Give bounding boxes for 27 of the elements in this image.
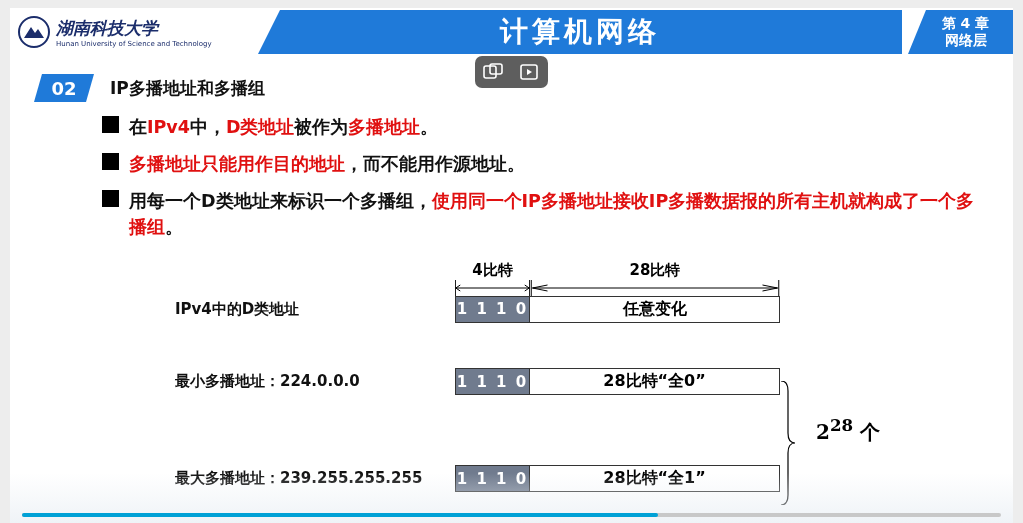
address-label: IPv4中的D类地址 xyxy=(175,299,301,319)
section-heading: IP多播地址和多播组 xyxy=(110,76,265,100)
chapter-number: 第 4 章 xyxy=(941,15,990,32)
university-name: 湖南科技大学 xyxy=(56,16,161,40)
chapter-name: 网络层 xyxy=(944,32,987,49)
bullet-text: 多播地址只能用作目的地址，而不能用作源地址。 xyxy=(129,153,526,176)
prefix-field: 1 1 1 0 xyxy=(455,465,530,492)
bullet-text: 用每一个D类地址来标识一个多播组，使用同一个IP多播地址接收IP多播数据报的所有主机就构成了一个多播组。 xyxy=(129,190,975,239)
prefix-field: 1 1 1 0 xyxy=(455,295,530,323)
bullet-square-icon xyxy=(102,190,119,207)
university-emblem-icon xyxy=(18,16,50,48)
slide-title: 计算机网络 xyxy=(500,14,660,50)
address-label: 最小多播地址：224.0.0.0 xyxy=(175,372,361,391)
address-count: 2$^{28}$ 个 xyxy=(816,414,882,446)
bullet-square-icon xyxy=(102,153,119,170)
bit-width-label: 4比特 xyxy=(471,260,514,280)
picture-in-picture-icon[interactable] xyxy=(483,63,504,81)
bullet-text: 在IPv4中，D类地址被作为多播地址。 xyxy=(129,116,440,139)
address-field: 任意变化 xyxy=(530,295,780,323)
address-field: 28比特“全0” xyxy=(530,368,780,395)
bit-width-label: 28比特 xyxy=(628,260,682,280)
video-icon[interactable] xyxy=(519,63,540,81)
address-label: 最大多播地址：239.255.255.255 xyxy=(175,469,424,488)
address-field: 28比特“全1” xyxy=(530,465,780,492)
prefix-field: 1 1 1 0 xyxy=(455,368,530,395)
section-number: 02 xyxy=(34,74,94,102)
bullet-square-icon xyxy=(102,116,119,133)
